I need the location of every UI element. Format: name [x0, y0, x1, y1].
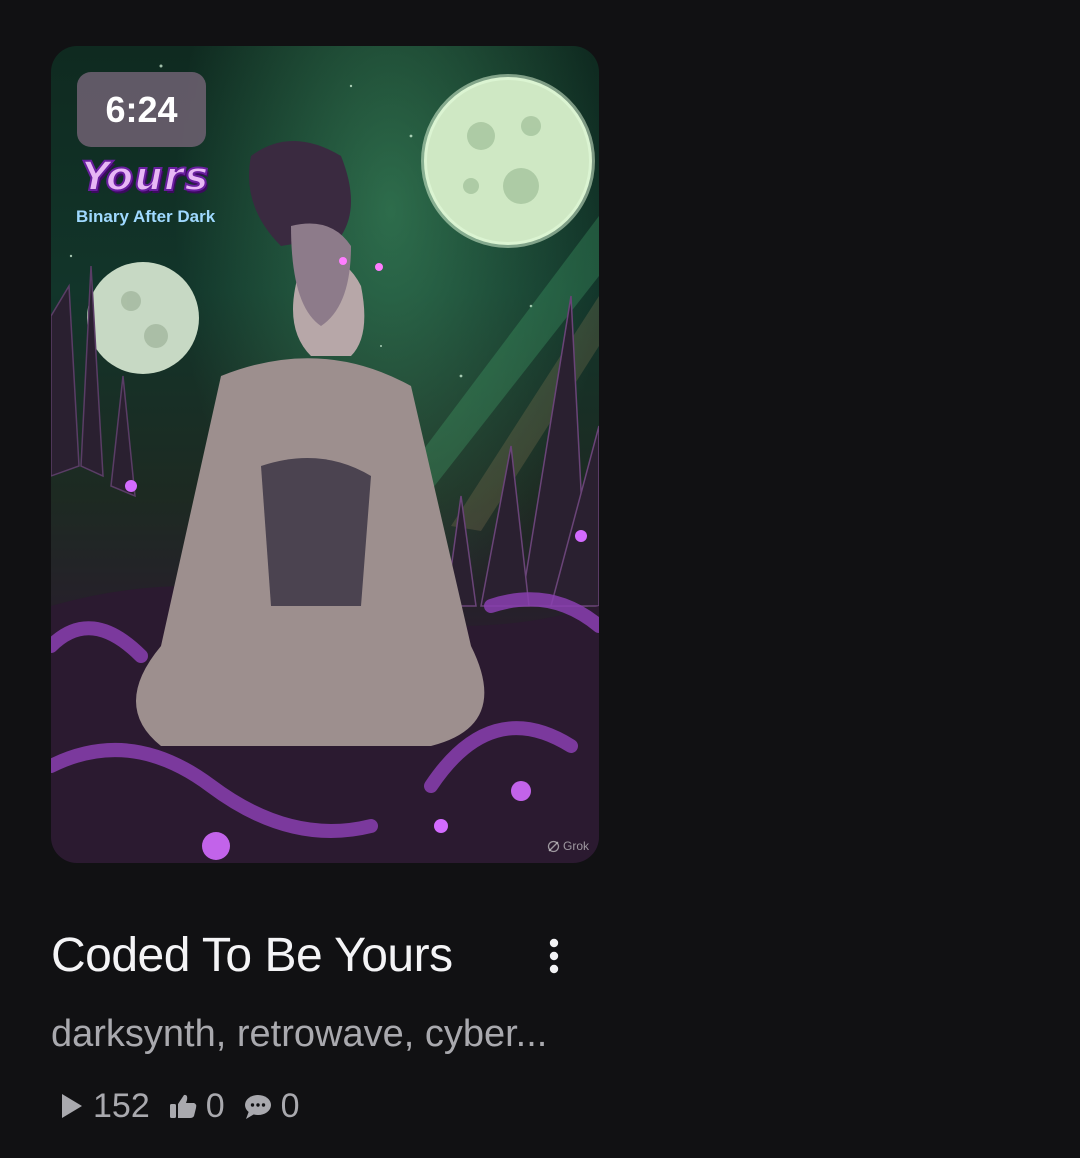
genre-tags: darksynth, retrowave, cyber... [51, 1013, 548, 1055]
watermark-text: Grok [562, 839, 589, 853]
comment-icon [244, 1095, 271, 1119]
likes-stat[interactable]: 0 [168, 1087, 225, 1126]
comments-count: 0 [280, 1086, 300, 1125]
cover-art[interactable]: 6:24 Yours Binary After Dark Grok [51, 46, 599, 863]
grok-logo-icon [547, 840, 560, 852]
song-title[interactable]: Coded To Be Yours [51, 928, 453, 983]
play-icon [62, 1094, 82, 1118]
title-row: Coded To Be Yours [51, 928, 599, 983]
duration-badge: 6:24 [77, 72, 206, 147]
more-options-button[interactable] [539, 934, 569, 978]
track-card[interactable]: 6:24 Yours Binary After Dark Grok Coded … [51, 46, 599, 1125]
thumbs-up-icon [169, 1094, 196, 1118]
watermark: Grok [547, 839, 589, 853]
plays-stat: 152 [59, 1087, 150, 1126]
cover-artist-text: Binary After Dark [76, 207, 216, 226]
more-vertical-icon [549, 938, 559, 973]
plays-count: 152 [93, 1086, 150, 1125]
stats-row: 152 0 0 [59, 1086, 318, 1126]
comments-stat[interactable]: 0 [243, 1087, 300, 1126]
likes-count: 0 [205, 1086, 225, 1125]
cover-title-text: Yours [80, 153, 210, 201]
